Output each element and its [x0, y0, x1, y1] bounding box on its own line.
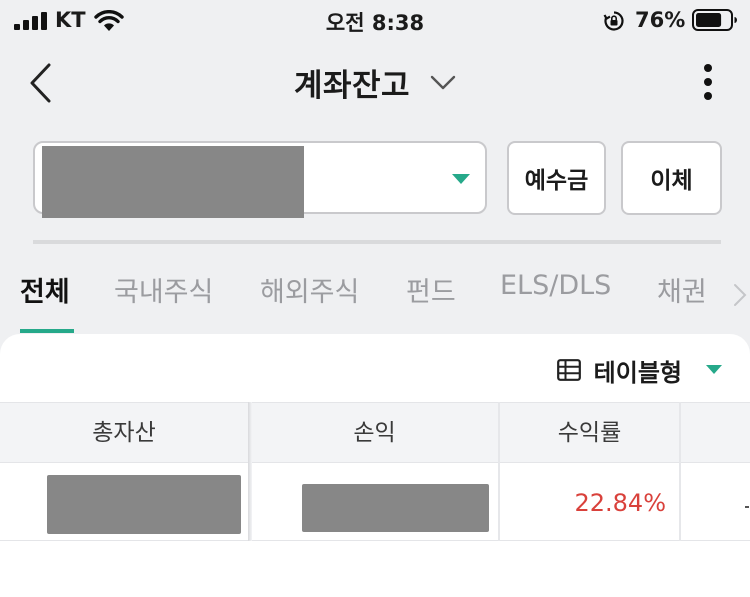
total-assets-redacted — [47, 475, 241, 534]
tab-foreign-stocks[interactable]: 해외주식 — [260, 270, 359, 309]
table-icon — [556, 359, 581, 381]
transfer-button[interactable]: 이체 — [621, 141, 722, 215]
tab-funds[interactable]: 펀드 — [406, 270, 456, 309]
return-rate-value: 22.84% — [574, 489, 666, 517]
profit-loss-redacted — [302, 484, 489, 532]
column-divider — [498, 402, 500, 541]
battery-percentage: 76% — [635, 8, 686, 32]
column-header-return-rate: 수익률 — [557, 420, 622, 446]
header: 계좌잔고 — [0, 60, 750, 105]
table-header: 총자산 손익 수익률 — [0, 402, 750, 463]
table-row[interactable]: 22.84% — [0, 463, 750, 541]
title-dropdown[interactable]: 계좌잔고 — [294, 60, 456, 105]
caret-down-icon — [452, 174, 470, 184]
chevron-down-icon — [430, 75, 456, 89]
more-options-icon[interactable] — [696, 62, 720, 104]
section-divider — [33, 240, 721, 244]
battery-icon — [692, 9, 737, 31]
rotation-lock-icon — [603, 11, 624, 31]
caret-down-icon — [706, 365, 722, 374]
column-header-profit-loss: 손익 — [353, 420, 396, 446]
deposit-button[interactable]: 예수금 — [507, 141, 606, 215]
view-type-label: 테이블형 — [593, 358, 682, 387]
view-type-selector[interactable]: 테이블형 — [556, 353, 722, 387]
tab-els-dls[interactable]: ELS/DLS — [500, 270, 611, 301]
category-tabs: 전체 국내주식 해외주식 펀드 ELS/DLS 채권 — [0, 270, 750, 334]
account-selector[interactable] — [33, 141, 487, 218]
column-divider — [248, 402, 252, 541]
active-tab-indicator — [20, 329, 74, 333]
status-bar: KT 오전 8:38 76% — [0, 0, 750, 40]
column-divider — [679, 402, 681, 541]
tab-all[interactable]: 전체 — [20, 270, 70, 309]
truncated-cell-content — [745, 506, 749, 508]
chevron-right-icon[interactable] — [733, 283, 747, 307]
account-number-redacted — [42, 146, 304, 218]
tab-domestic-stocks[interactable]: 국내주식 — [114, 270, 213, 309]
column-header-total-assets: 총자산 — [92, 420, 156, 446]
page-title: 계좌잔고 — [293, 68, 411, 104]
tab-bonds[interactable]: 채권 — [657, 270, 707, 309]
